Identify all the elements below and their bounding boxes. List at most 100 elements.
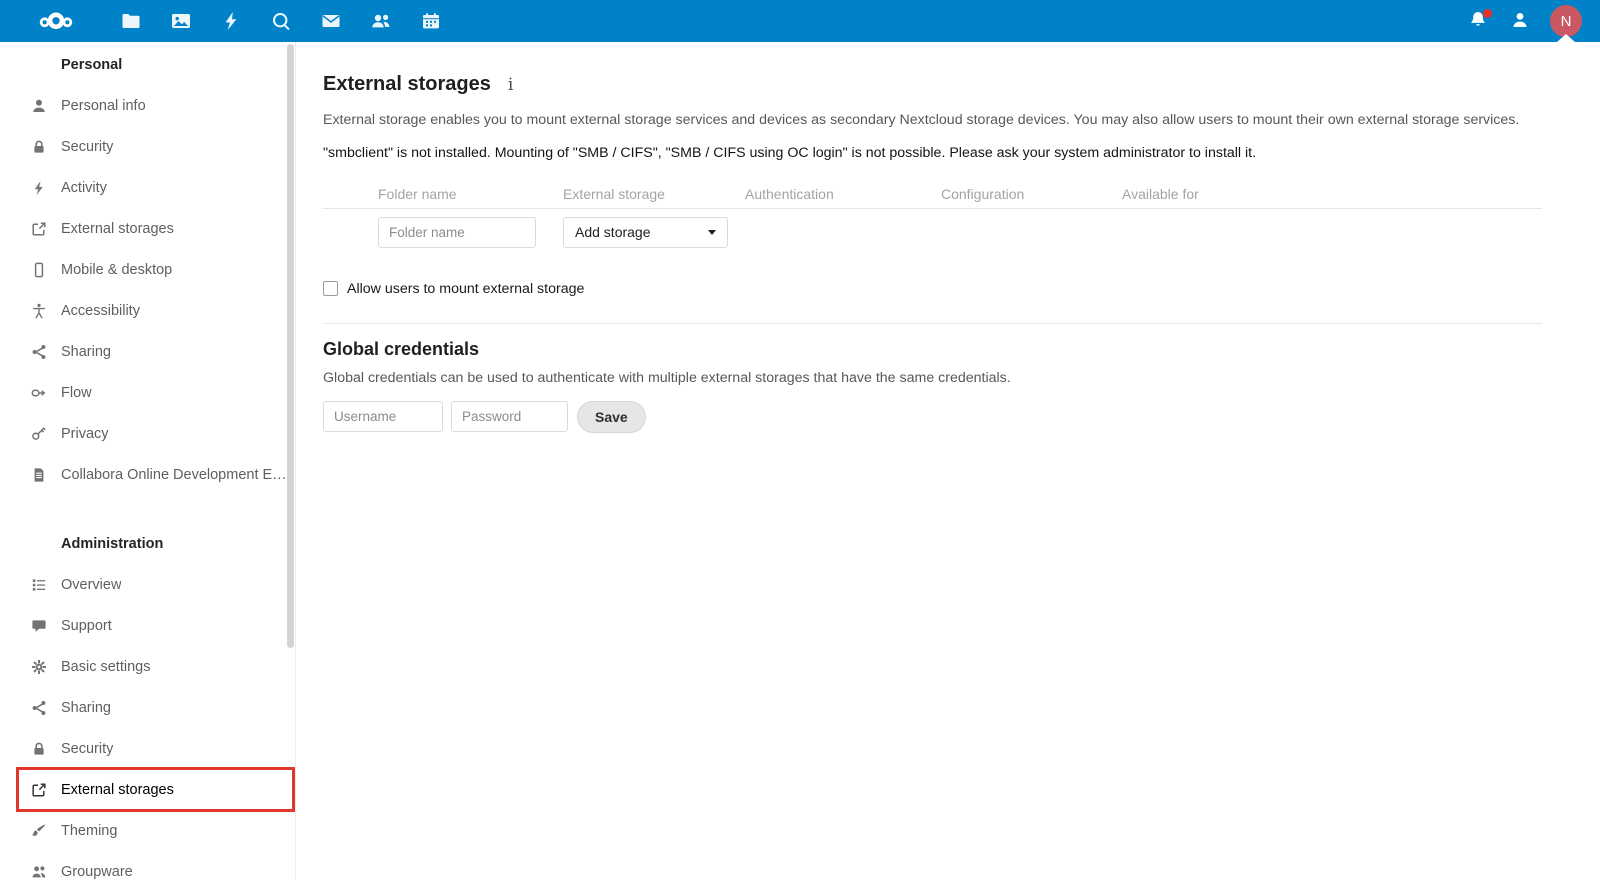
username-field[interactable] — [323, 401, 443, 433]
sidebar-item-sharing-personal[interactable]: Sharing — [0, 331, 295, 372]
list-icon — [31, 577, 47, 593]
activity-icon[interactable] — [220, 10, 242, 32]
sidebar-item-personal-info[interactable]: Personal info — [0, 85, 295, 126]
sidebar-item-label: Security — [61, 740, 114, 757]
sidebar-item-mobile-desktop[interactable]: Mobile & desktop — [0, 249, 295, 290]
sidebar-item-external-storages-personal[interactable]: External storages — [0, 208, 295, 249]
sidebar-item-activity[interactable]: Activity — [0, 167, 295, 208]
external-link-icon — [31, 221, 47, 237]
sidebar-item-label: Mobile & desktop — [61, 261, 173, 278]
folder-name-input[interactable] — [378, 216, 536, 248]
table-header-available-for: Available for — [1122, 186, 1199, 203]
sidebar-item-label: External storages — [61, 220, 174, 237]
mail-icon[interactable] — [320, 10, 342, 32]
table-header-authentication: Authentication — [745, 186, 834, 203]
sidebar-item-basic-settings[interactable]: Basic settings — [0, 646, 295, 687]
page-title: External storages — [323, 73, 491, 95]
add-storage-select-label: Add storage — [575, 224, 651, 241]
sidebar-item-collabora[interactable]: Collabora Online Development Edit... — [0, 454, 295, 495]
sidebar-item-flow[interactable]: Flow — [0, 372, 295, 413]
gear-icon — [31, 659, 47, 675]
sidebar-item-label: Overview — [61, 576, 122, 593]
allow-users-checkbox-row: Allow users to mount external storage — [323, 281, 1542, 297]
sidebar-item-label: Security — [61, 138, 114, 155]
table-header-external-storage: External storage — [563, 186, 665, 203]
global-credentials-title: Global credentials — [323, 338, 480, 359]
lock-icon — [31, 741, 47, 757]
nextcloud-logo-icon[interactable] — [30, 8, 82, 34]
user-menu-caret — [1557, 34, 1575, 42]
external-link-icon — [31, 782, 47, 798]
sidebar-item-label: External storages — [61, 781, 174, 798]
contacts-icon[interactable] — [370, 10, 392, 32]
mobile-icon — [31, 262, 47, 278]
share-icon — [31, 344, 47, 360]
table-header-row: Folder name External storage Authenticat… — [323, 181, 1542, 209]
search-icon[interactable] — [270, 10, 292, 32]
sidebar-item-label: Basic settings — [61, 658, 151, 675]
calendar-icon[interactable] — [420, 10, 442, 32]
user-menu: N — [1550, 0, 1582, 42]
global-credentials-section: Global credentials Global credentials ca… — [323, 322, 1542, 433]
contacts-menu-icon[interactable] — [1510, 10, 1532, 32]
top-bar: N — [0, 0, 1600, 42]
share-icon — [31, 700, 47, 716]
external-storages-table: Folder name External storage Authenticat… — [323, 181, 1542, 257]
add-storage-select[interactable]: Add storage — [563, 216, 728, 248]
sidebar-item-accessibility[interactable]: Accessibility — [0, 290, 295, 331]
sidebar-section-administration: Administration Overview Support Basic se… — [0, 521, 295, 892]
sidebar-item-label: Activity — [61, 179, 107, 196]
allow-users-checkbox[interactable] — [323, 281, 338, 297]
flash-icon — [31, 180, 47, 196]
sidebar-item-label: Groupware — [61, 863, 133, 880]
user-icon — [31, 98, 47, 114]
sidebar-item-support[interactable]: Support — [0, 605, 295, 646]
save-button[interactable]: Save — [577, 400, 646, 433]
sidebar-item-label: Sharing — [61, 699, 111, 716]
sidebar-item-label: Accessibility — [61, 302, 140, 319]
settings-sidebar: Personal Personal info Security Activity… — [0, 42, 296, 880]
sidebar-heading-personal: Personal — [61, 56, 123, 73]
sidebar-item-label: Sharing — [61, 343, 111, 360]
accessibility-icon — [31, 303, 47, 319]
info-icon[interactable]: i — [508, 75, 513, 95]
sidebar-item-label: Support — [61, 617, 112, 634]
global-credentials-form: Save — [323, 400, 1542, 433]
flow-icon — [31, 385, 47, 401]
sidebar-item-security-admin[interactable]: Security — [0, 728, 295, 769]
key-icon — [31, 426, 47, 442]
sidebar-item-privacy[interactable]: Privacy — [0, 413, 295, 454]
allow-users-checkbox-label: Allow users to mount external storage — [347, 280, 585, 297]
topbar-right-menu: N — [1448, 0, 1600, 42]
smbclient-warning-text: "smbclient" is not installed. Mounting o… — [323, 144, 1257, 161]
avatar[interactable]: N — [1550, 5, 1582, 37]
table-header-folder-name: Folder name — [378, 186, 457, 203]
chevron-down-icon — [708, 229, 716, 235]
lock-icon — [31, 139, 47, 155]
topbar-app-menu — [0, 0, 456, 42]
document-icon — [31, 467, 47, 483]
sidebar-scrollbar[interactable] — [287, 44, 294, 648]
external-storages-panel: External storages i External storage ena… — [297, 42, 1600, 880]
sidebar-heading-administration: Administration — [61, 535, 164, 552]
sidebar-item-label: Privacy — [61, 425, 109, 442]
sidebar-item-theming[interactable]: Theming — [0, 810, 295, 851]
group-icon — [31, 864, 47, 880]
comment-icon — [31, 618, 47, 634]
password-field[interactable] — [451, 401, 568, 433]
files-icon[interactable] — [120, 10, 142, 32]
sidebar-section-personal: Personal Personal info Security Activity… — [0, 42, 295, 495]
sidebar-item-label: Personal info — [61, 97, 146, 114]
photos-icon[interactable] — [170, 10, 192, 32]
sidebar-item-sharing-admin[interactable]: Sharing — [0, 687, 295, 728]
table-header-configuration: Configuration — [941, 186, 1025, 203]
new-storage-row: Add storage — [323, 209, 1542, 257]
notification-unread-dot — [1483, 9, 1492, 18]
notifications-bell-icon[interactable] — [1468, 9, 1492, 32]
brush-icon — [31, 823, 47, 839]
intro-text: External storage enables you to mount ex… — [323, 112, 1520, 128]
sidebar-item-groupware[interactable]: Groupware — [0, 851, 295, 892]
sidebar-item-overview[interactable]: Overview — [0, 564, 295, 605]
sidebar-item-external-storages-admin[interactable]: External storages — [0, 767, 295, 812]
sidebar-item-security-personal[interactable]: Security — [0, 126, 295, 167]
